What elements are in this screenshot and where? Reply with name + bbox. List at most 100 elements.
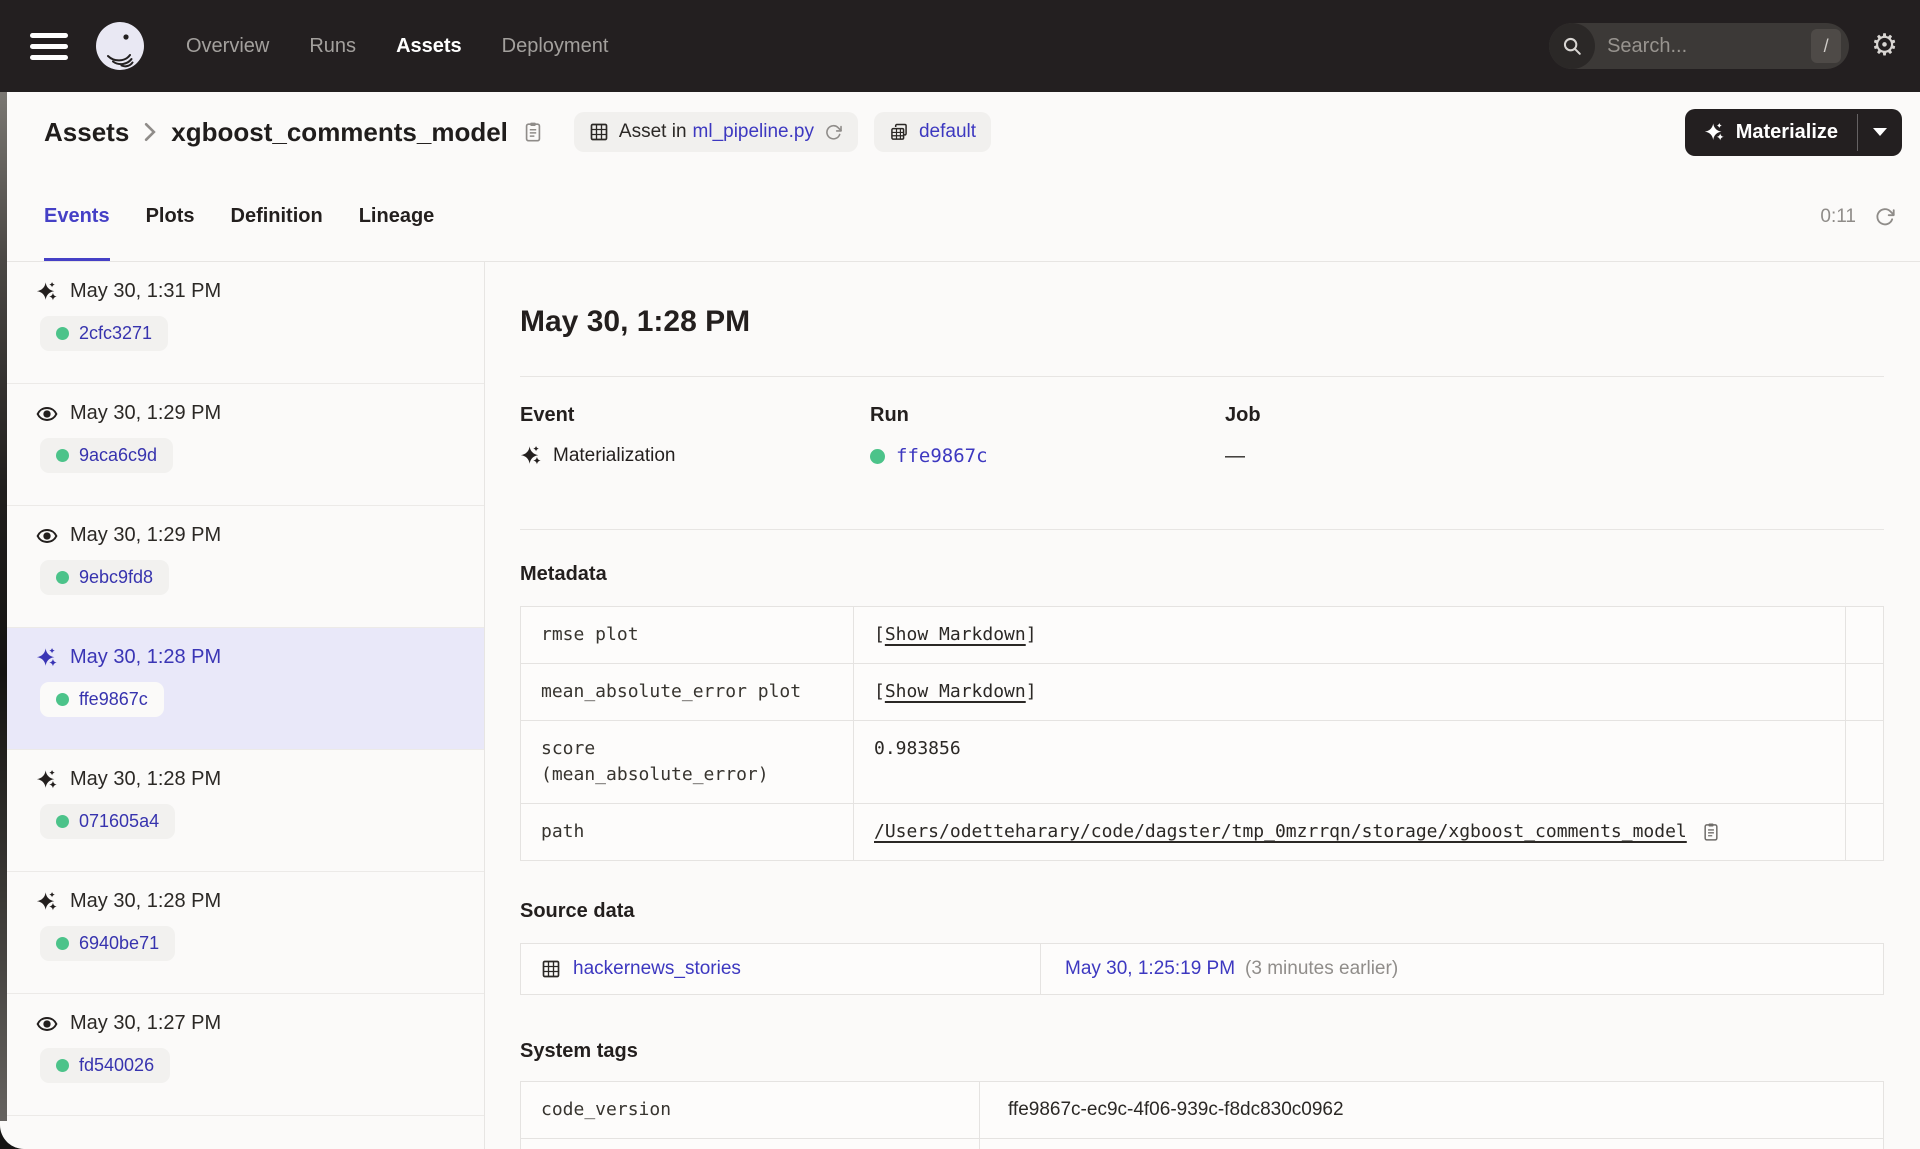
event-list-item[interactable]: May 30, 1:28 PM 6940be71 — [0, 872, 484, 994]
system-tag-value: ffe9867c-ec9c-4f06-939c-f8dc830c0962 — [1008, 1099, 1344, 1120]
breadcrumb-assets[interactable]: Assets — [44, 117, 129, 148]
tab-lineage[interactable]: Lineage — [359, 172, 435, 261]
show-markdown-link[interactable]: Show Markdown — [885, 624, 1026, 645]
show-markdown-link[interactable]: Show Markdown — [885, 681, 1026, 702]
source-asset-link[interactable]: hackernews_stories — [573, 958, 741, 980]
bracket: [ — [874, 624, 885, 645]
asset-tabs: Events Plots Definition Lineage 0:11 — [0, 172, 1920, 262]
event-time-row: May 30, 1:29 PM — [36, 402, 484, 425]
metadata-value: [Show Markdown] — [854, 664, 1845, 720]
tab-plots[interactable]: Plots — [146, 172, 195, 261]
system-tag-row: code_version ffe9867c-ec9c-4f06-939c-f8dc… — [521, 1082, 1883, 1138]
nav-item-deployment[interactable]: Deployment — [502, 35, 609, 58]
run-id-badge[interactable]: 6940be71 — [40, 926, 176, 961]
event-time-row: May 30, 1:29 PM — [36, 524, 484, 547]
run-label: Run — [870, 404, 909, 426]
metadata-value: /Users/odetteharary/code/dagster/tmp_0mz… — [854, 804, 1845, 860]
divider — [520, 376, 1884, 377]
materialize-button-label: Materialize — [1735, 120, 1838, 143]
event-time-row: May 30, 1:28 PM — [36, 890, 484, 913]
path-link[interactable]: /Users/odetteharary/code/dagster/tmp_0mz… — [874, 819, 1687, 845]
nav-item-assets[interactable]: Assets — [396, 35, 462, 58]
run-status-dot — [56, 449, 69, 462]
menu-icon[interactable] — [30, 32, 68, 60]
run-id-badge[interactable]: 071605a4 — [40, 804, 176, 839]
settings-gear-icon[interactable]: ⚙ — [1871, 31, 1898, 61]
event-list-item[interactable]: May 30, 1:28 PM ffe9867c — [0, 628, 484, 750]
run-id-badge[interactable]: 2cfc3271 — [40, 316, 169, 351]
event-timestamp: May 30, 1:29 PM — [70, 402, 222, 424]
dagster-logo-icon[interactable] — [96, 22, 144, 70]
asset-table-icon — [541, 959, 561, 979]
system-tags-table: code_version ffe9867c-ec9c-4f06-939c-f8dc… — [520, 1081, 1884, 1149]
run-id-link[interactable]: 6940be71 — [79, 933, 159, 954]
asset-table-icon — [589, 122, 609, 142]
run-status-dot — [56, 571, 69, 584]
nav-item-runs[interactable]: Runs — [309, 35, 356, 58]
metadata-key: rmse plot — [521, 607, 854, 663]
run-id-link[interactable]: ffe9867c — [79, 689, 148, 710]
materialize-split-button: Materialize — [1684, 108, 1902, 156]
event-list-item[interactable]: May 30, 1:28 PM 071605a4 — [0, 750, 484, 872]
run-id-link[interactable]: 2cfc3271 — [79, 323, 152, 344]
materialize-sparkle-icon — [1704, 122, 1725, 143]
run-id-link[interactable]: 071605a4 — [79, 811, 159, 832]
code-location-link[interactable]: ml_pipeline.py — [693, 121, 814, 143]
event-column: Event Materialization — [520, 403, 870, 469]
source-timestamp-link[interactable]: May 30, 1:25:19 PM — [1065, 958, 1235, 980]
materialize-dropdown-button[interactable] — [1858, 109, 1902, 156]
search-icon — [1549, 23, 1596, 69]
event-detail-title: May 30, 1:28 PM — [520, 305, 751, 338]
tab-events[interactable]: Events — [44, 172, 110, 261]
run-id-link[interactable]: 9ebc9fd8 — [79, 567, 153, 588]
event-list-item[interactable]: May 30, 1:27 PM fd540026 — [0, 994, 484, 1116]
copy-path-icon[interactable] — [1701, 822, 1721, 842]
table-end-column — [1845, 804, 1883, 860]
run-id-link[interactable]: ffe9867c — [896, 445, 988, 467]
event-time-row: May 30, 1:28 PM — [36, 768, 484, 791]
divider — [520, 529, 1884, 530]
event-timestamp: May 30, 1:28 PM — [70, 890, 222, 912]
materialize-button[interactable]: Materialize — [1685, 109, 1857, 156]
chevron-right-icon — [143, 121, 157, 143]
run-column: Run ffe9867c — [870, 403, 1225, 469]
asset-group-icon — [889, 122, 909, 142]
event-time-row: May 30, 1:27 PM — [36, 1012, 484, 1035]
nav-item-overview[interactable]: Overview — [186, 35, 269, 58]
search-bar[interactable]: / — [1549, 23, 1850, 69]
job-value: — — [1225, 444, 1245, 467]
table-end-column — [1845, 721, 1883, 803]
run-id-link[interactable]: fd540026 — [79, 1055, 154, 1076]
run-id-badge[interactable]: fd540026 — [40, 1048, 171, 1083]
copy-asset-name-icon[interactable] — [522, 121, 544, 143]
observation-icon — [36, 525, 58, 547]
asset-group-link[interactable]: default — [919, 121, 976, 143]
event-list: May 30, 1:31 PM 2cfc3271 May 30, 1:29 PM 9a… — [0, 262, 485, 1149]
run-status-dot — [870, 448, 885, 464]
event-time-row: May 30, 1:28 PM — [36, 646, 484, 669]
event-list-item[interactable]: May 30, 1:31 PM 2cfc3271 — [0, 262, 484, 384]
run-id-badge[interactable]: 9aca6c9d — [40, 438, 174, 473]
tab-definition[interactable]: Definition — [231, 172, 323, 261]
event-list-item[interactable]: May 30, 1:29 PM 9ebc9fd8 — [0, 506, 484, 628]
materialization-icon — [36, 769, 58, 791]
materialization-icon — [36, 647, 58, 669]
event-list-item[interactable]: May 30, 1:29 PM 9aca6c9d — [0, 384, 484, 506]
refresh-icon[interactable] — [1874, 206, 1896, 228]
materialization-icon — [520, 445, 542, 467]
metadata-key: path — [521, 804, 854, 860]
search-input[interactable] — [1595, 34, 1812, 58]
run-id-badge[interactable]: ffe9867c — [40, 682, 164, 717]
run-status-dot — [56, 815, 69, 828]
run-id-link[interactable]: 9aca6c9d — [79, 445, 157, 466]
caret-down-icon — [1873, 128, 1887, 136]
source-time-cell: May 30, 1:25:19 PM (3 minutes earlier) — [1041, 944, 1883, 994]
asset-location-prefix: Asset in — [618, 121, 687, 142]
run-status-dot — [56, 327, 69, 340]
observation-icon — [36, 1013, 58, 1035]
reload-location-icon[interactable] — [824, 123, 843, 142]
bracket: ] — [1025, 681, 1037, 702]
run-id-badge[interactable]: 9ebc9fd8 — [40, 560, 170, 595]
metadata-table: rmse plot [Show Markdown] mean_absolute_er… — [520, 606, 1884, 861]
asset-header: Assets xgboost_comments_model Asset in m… — [0, 92, 1920, 172]
